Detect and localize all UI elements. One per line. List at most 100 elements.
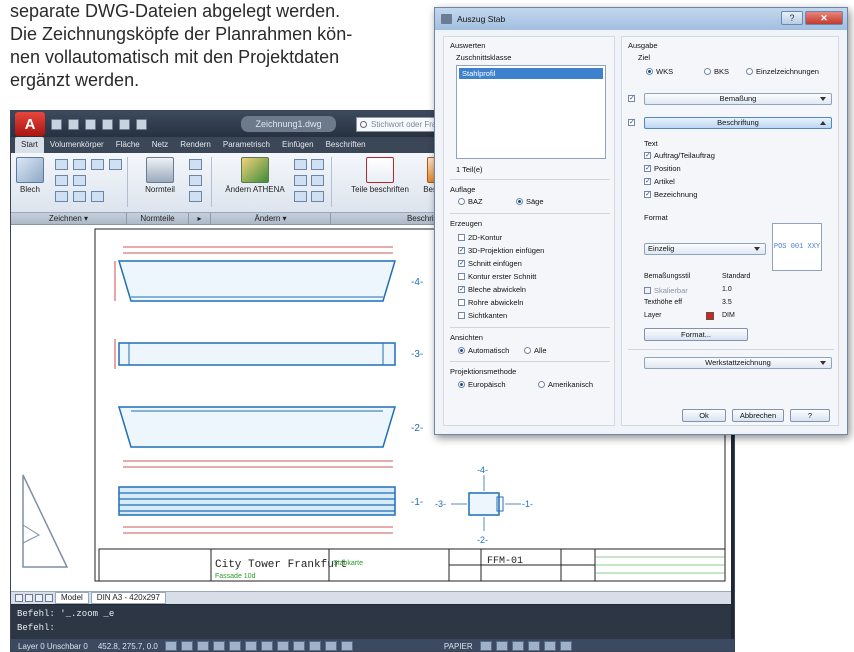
osnap-icon[interactable]: [228, 641, 241, 651]
circle-tool-icon[interactable]: [73, 175, 86, 186]
tab-rendern[interactable]: Rendern: [174, 137, 217, 153]
list-item[interactable]: Stahlprofil: [459, 68, 603, 79]
lineweight-icon[interactable]: [292, 641, 305, 651]
radio-einzelzeichnungen[interactable]: Einzelzeichnungen: [746, 67, 819, 76]
tab-volumenkoerper[interactable]: Volumenkörper: [44, 137, 110, 153]
quickprops-icon[interactable]: [324, 641, 337, 651]
close-button[interactable]: ✕: [805, 11, 843, 25]
aendern-athena-button[interactable]: Ändern ATHENA: [223, 157, 287, 194]
check-skalierbar[interactable]: Skalierbar: [644, 286, 688, 295]
transparency-icon[interactable]: [308, 641, 321, 651]
hatch-tool-icon[interactable]: [109, 159, 122, 170]
zoom-icon[interactable]: [527, 641, 540, 651]
radio-amerikanisch[interactable]: Amerikanisch: [538, 380, 593, 389]
check-2d-kontur[interactable]: 2D-Kontur: [458, 233, 502, 242]
table-tool-icon[interactable]: [91, 191, 104, 202]
snap-icon[interactable]: [164, 641, 177, 651]
check-sichtkanten[interactable]: Sichtkanten: [458, 311, 507, 320]
dyn-icon[interactable]: [276, 641, 289, 651]
ducs-icon[interactable]: [260, 641, 273, 651]
check-auftrag[interactable]: ✓ Auftrag/Teilauftrag: [644, 151, 715, 160]
last-layout-icon[interactable]: [45, 594, 53, 602]
print-icon[interactable]: [102, 118, 113, 130]
normteil-button[interactable]: Normteil: [137, 157, 183, 194]
radio-wks[interactable]: WKS: [646, 67, 673, 76]
tab-model[interactable]: Model: [55, 592, 89, 604]
application-menu-button[interactable]: A: [15, 112, 45, 136]
check-bezeichnung[interactable]: ✓ Bezeichnung: [644, 190, 697, 199]
open-file-icon[interactable]: [68, 118, 79, 130]
command-line[interactable]: Befehl: '_.zoom _e Befehl:: [11, 605, 731, 639]
radio-europaeisch[interactable]: Europäisch: [458, 380, 506, 389]
save-icon[interactable]: [85, 118, 96, 130]
nut-icon[interactable]: [189, 175, 202, 186]
format-dropdown[interactable]: Einzelig: [644, 243, 766, 255]
panel-label-aendern[interactable]: Ändern ▾: [211, 213, 331, 224]
prev-layout-icon[interactable]: [25, 594, 33, 602]
stretch-icon[interactable]: [294, 159, 307, 170]
help-title-icon[interactable]: ?: [781, 11, 803, 25]
check-position[interactable]: ✓ Position: [644, 164, 681, 173]
cancel-button[interactable]: Abbrechen: [732, 409, 784, 422]
check-3d-projektion[interactable]: ✓ 3D-Projektion einfügen: [458, 246, 544, 255]
grid-icon[interactable]: [180, 641, 193, 651]
check-beschriftung[interactable]: ✓: [628, 119, 635, 126]
workspace-icon[interactable]: [559, 641, 572, 651]
polar-icon[interactable]: [212, 641, 225, 651]
first-layout-icon[interactable]: [15, 594, 23, 602]
radio-saege[interactable]: Säge: [516, 197, 544, 206]
blech-button[interactable]: Blech: [15, 157, 45, 194]
tab-din-a3[interactable]: DIN A3 - 420x297: [90, 592, 166, 604]
radio-baz[interactable]: BAZ: [458, 197, 483, 206]
check-bleche-abwickeln[interactable]: ✓ Bleche abwickeln: [458, 285, 526, 294]
help-button[interactable]: ?: [790, 409, 830, 422]
array-icon[interactable]: [311, 191, 324, 202]
check-schnitt[interactable]: ✓ Schnitt einfügen: [458, 259, 522, 268]
tab-beschriften[interactable]: Beschriften: [320, 137, 372, 153]
layer-color-swatch[interactable]: [706, 312, 714, 320]
tab-einfuegen[interactable]: Einfügen: [276, 137, 320, 153]
ok-button[interactable]: Ok: [682, 409, 726, 422]
selection-cycling-icon[interactable]: [340, 641, 353, 651]
check-artikel[interactable]: ✓ Artikel: [644, 177, 675, 186]
bolt-icon[interactable]: [189, 159, 202, 170]
panel-expand-icon[interactable]: ▸: [189, 213, 211, 224]
mirror-icon[interactable]: [311, 175, 324, 186]
washer-icon[interactable]: [189, 191, 202, 202]
check-rohre-abwickeln[interactable]: Rohre abwickeln: [458, 298, 523, 307]
beschriftung-dropdown[interactable]: Beschriftung: [644, 117, 832, 129]
arc-tool-icon[interactable]: [55, 175, 68, 186]
panel-label-normteile[interactable]: Normteile: [127, 213, 189, 224]
next-layout-icon[interactable]: [35, 594, 43, 602]
text-tool-icon[interactable]: [73, 191, 86, 202]
tab-flaeche[interactable]: Fläche: [110, 137, 146, 153]
viewport-icon[interactable]: [479, 641, 492, 651]
teile-beschriften-button[interactable]: Teile beschriften: [343, 157, 417, 194]
copy-icon[interactable]: [294, 191, 307, 202]
format-button[interactable]: Format...: [644, 328, 748, 341]
werkstattzeichnung-dropdown[interactable]: Werkstattzeichnung: [644, 357, 832, 369]
radio-bks[interactable]: BKS: [704, 67, 729, 76]
check-bemassung[interactable]: ✓: [628, 95, 635, 102]
tab-netz[interactable]: Netz: [146, 137, 174, 153]
tab-start[interactable]: Start: [15, 137, 44, 153]
tab-parametrisch[interactable]: Parametrisch: [217, 137, 276, 153]
layout-icon[interactable]: [495, 641, 508, 651]
otrack-icon[interactable]: [244, 641, 257, 651]
pan-icon[interactable]: [511, 641, 524, 651]
dimension-tool-icon[interactable]: [55, 191, 68, 202]
rotate-icon[interactable]: [294, 175, 307, 186]
ortho-icon[interactable]: [196, 641, 209, 651]
zuschnittsklasse-list[interactable]: Stahlprofil: [456, 65, 606, 159]
move-icon[interactable]: [311, 159, 324, 170]
redo-icon[interactable]: [136, 118, 147, 130]
panel-label-zeichnen[interactable]: Zeichnen ▾: [11, 213, 127, 224]
check-kontur-erster-schnitt[interactable]: Kontur erster Schnitt: [458, 272, 536, 281]
radio-alle[interactable]: Alle: [524, 346, 547, 355]
panel-label-beschriften[interactable]: Beschriften: [331, 213, 451, 224]
radio-automatisch[interactable]: Automatisch: [458, 346, 509, 355]
bemassung-dropdown[interactable]: Bemaßung: [644, 93, 832, 105]
new-file-icon[interactable]: [51, 118, 62, 130]
line-tool-icon[interactable]: [55, 159, 68, 170]
paper-space-label[interactable]: PAPIER: [441, 642, 476, 651]
